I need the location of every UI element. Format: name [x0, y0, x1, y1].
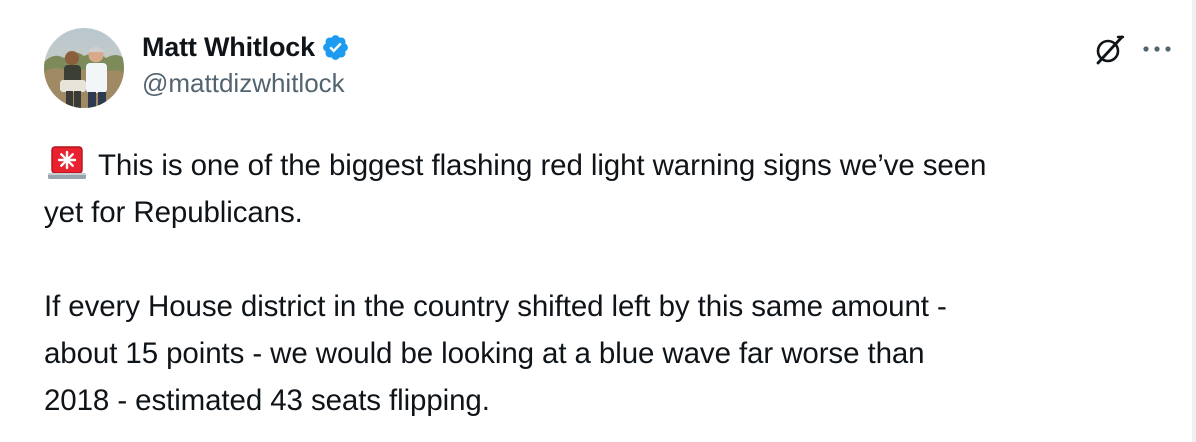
- tweet-text: This is one of the biggest flashing red …: [44, 142, 1184, 424]
- author-name-row: Matt Whitlock: [142, 30, 350, 64]
- tweet-line-1: This is one of the biggest flashing red …: [44, 142, 1184, 189]
- tweet-line-3: If every House district in the country s…: [44, 290, 947, 323]
- siren-emoji-icon: [48, 146, 86, 179]
- author-avatar[interactable]: [44, 28, 124, 108]
- tweet-line-5: 2018 - estimated 43 seats flipping.: [44, 384, 490, 417]
- grok-glyph-icon: [1096, 35, 1125, 65]
- author-handle[interactable]: @mattdizwhitlock: [142, 68, 350, 99]
- card-border: [1192, 0, 1196, 442]
- author-info: Matt Whitlock @mattdizwhitlock: [142, 30, 350, 99]
- tweet-line-2: yet for Republicans.: [44, 196, 303, 229]
- more-options-icon[interactable]: [1140, 32, 1174, 66]
- tweet-line-4: about 15 points - we would be looking at…: [44, 337, 925, 370]
- ellipsis-icon: [1143, 46, 1171, 52]
- avatar-photo-icon: [44, 28, 124, 108]
- grok-icon[interactable]: [1092, 33, 1126, 67]
- tweet-line-1-text: This is one of the biggest flashing red …: [98, 149, 987, 182]
- verified-badge-icon[interactable]: [321, 33, 350, 62]
- author-display-name[interactable]: Matt Whitlock: [142, 32, 315, 63]
- tweet-card: Matt Whitlock @mattdizwhitlock This is o…: [0, 0, 1196, 442]
